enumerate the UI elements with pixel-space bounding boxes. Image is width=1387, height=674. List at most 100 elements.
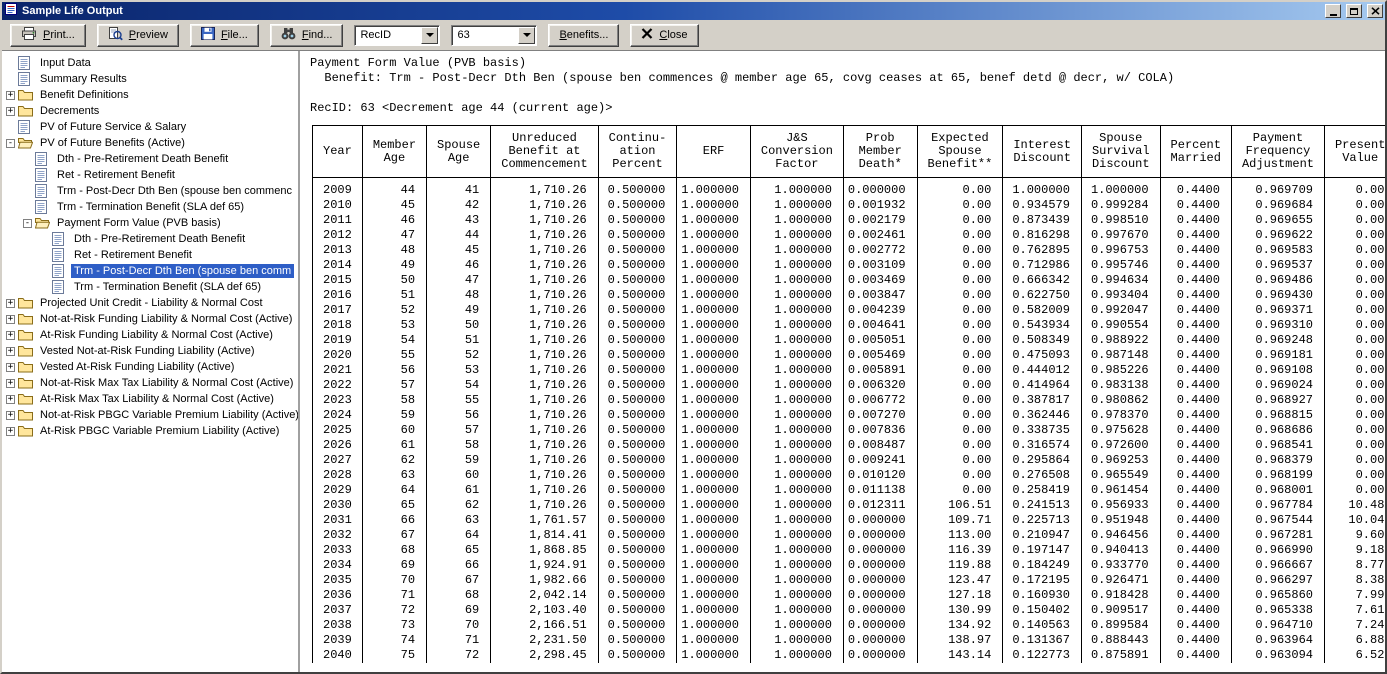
- page-icon: [52, 232, 68, 246]
- recid-field-combo[interactable]: RecID: [354, 25, 440, 46]
- table-row: 203267641,814.410.5000001.0000001.000000…: [313, 528, 1386, 543]
- collapse-icon[interactable]: -: [23, 219, 32, 228]
- value-cell: 0.4400: [1160, 393, 1231, 408]
- column-header: Spouse Age: [427, 126, 491, 178]
- tree-item[interactable]: +Not-at-Risk PBGC Variable Premium Liabi…: [2, 407, 298, 423]
- button-label: Benefits...: [559, 29, 608, 41]
- value-cell: 66: [427, 558, 491, 573]
- window-close-button[interactable]: [1367, 4, 1383, 18]
- year-cell: 2033: [313, 543, 363, 558]
- value-cell: 0.00: [917, 288, 1003, 303]
- value-cell: 0.008487: [843, 438, 917, 453]
- file-button[interactable]: File...: [190, 24, 259, 47]
- year-cell: 2020: [313, 348, 363, 363]
- recid-value-combo[interactable]: 63: [451, 25, 537, 46]
- tree-item[interactable]: +Not-at-Risk Funding Liability & Normal …: [2, 311, 298, 327]
- print-button[interactable]: Print...: [10, 24, 86, 47]
- value-cell: 0.003469: [843, 273, 917, 288]
- value-cell: 127.18: [917, 588, 1003, 603]
- expand-icon[interactable]: +: [6, 331, 15, 340]
- minimize-button[interactable]: [1325, 4, 1341, 18]
- tree-item[interactable]: +Not-at-Risk Max Tax Liability & Normal …: [2, 375, 298, 391]
- value-cell: 0.500000: [598, 648, 677, 663]
- tree-item[interactable]: +At-Risk PBGC Variable Premium Liability…: [2, 423, 298, 439]
- toolbar: Print... Preview File... Find... RecID 63 Bene…: [2, 20, 1385, 51]
- tree-item[interactable]: Dth - Pre-Retirement Death Benefit: [2, 151, 298, 167]
- expand-icon[interactable]: +: [6, 411, 15, 420]
- benefits-button[interactable]: Benefits...: [548, 24, 619, 47]
- value-cell: 0.002772: [843, 243, 917, 258]
- value-cell: 1,710.26: [491, 273, 598, 288]
- value-cell: 57: [427, 423, 491, 438]
- close-button[interactable]: Close: [630, 24, 698, 47]
- titlebar: Sample Life Output: [2, 2, 1385, 20]
- tree-item[interactable]: +Benefit Definitions: [2, 87, 298, 103]
- tree-item[interactable]: Trm - Post-Decr Dth Ben (spouse ben comm: [2, 263, 298, 279]
- expand-icon[interactable]: +: [6, 91, 15, 100]
- value-cell: 0.00: [917, 258, 1003, 273]
- value-cell: 45: [362, 198, 426, 213]
- folder-icon: [18, 313, 34, 325]
- value-cell: 1.000000: [677, 198, 751, 213]
- table-row: 203873702,166.510.5000001.0000001.000000…: [313, 618, 1386, 633]
- expand-icon[interactable]: +: [6, 347, 15, 356]
- value-cell: 0.00: [1324, 273, 1385, 288]
- tree-item-label: At-Risk Funding Liability & Normal Cost …: [37, 328, 276, 342]
- expand-icon[interactable]: +: [6, 299, 15, 308]
- tree-item[interactable]: + At-Risk Funding Liability & Normal Cost…: [2, 327, 298, 343]
- page-icon: [18, 72, 34, 86]
- tree-item[interactable]: PV of Future Service & Salary: [2, 119, 298, 135]
- value-cell: 0.990554: [1081, 318, 1160, 333]
- tree-item[interactable]: +At-Risk Max Tax Liability & Normal Cost…: [2, 391, 298, 407]
- expand-icon[interactable]: +: [6, 363, 15, 372]
- value-cell: 0.00: [1324, 468, 1385, 483]
- find-button[interactable]: Find...: [270, 24, 344, 47]
- tree-item[interactable]: Ret - Retirement Benefit: [2, 167, 298, 183]
- value-cell: 0.00: [1324, 213, 1385, 228]
- table-row: 202055521,710.260.5000001.0000001.000000…: [313, 348, 1386, 363]
- tree-item[interactable]: +Decrements: [2, 103, 298, 119]
- value-cell: 1.000000: [1003, 178, 1082, 199]
- value-cell: 67: [427, 573, 491, 588]
- maximize-button[interactable]: [1346, 4, 1362, 18]
- value-cell: 1.000000: [677, 178, 751, 199]
- tree-item[interactable]: Trm - Termination Benefit (SLA def 65): [2, 279, 298, 295]
- tree-item[interactable]: +Vested At-Risk Funding Liability (Activ…: [2, 359, 298, 375]
- dropdown-arrow-icon[interactable]: [421, 27, 438, 44]
- expand-icon[interactable]: +: [6, 315, 15, 324]
- window-title: Sample Life Output: [22, 5, 1320, 17]
- tree-item[interactable]: +Projected Unit Credit - Liability & Nor…: [2, 295, 298, 311]
- tree-item[interactable]: Trm - Termination Benefit (SLA def 65): [2, 199, 298, 215]
- tree-item[interactable]: Dth - Pre-Retirement Death Benefit: [2, 231, 298, 247]
- preview-button[interactable]: Preview: [97, 24, 179, 47]
- expand-icon[interactable]: +: [6, 379, 15, 388]
- column-header: Year: [313, 126, 363, 178]
- value-cell: 0.000000: [843, 513, 917, 528]
- tree-item[interactable]: Trm - Post-Decr Dth Ben (spouse ben comm…: [2, 183, 298, 199]
- year-cell: 2013: [313, 243, 363, 258]
- value-cell: 0.968199: [1231, 468, 1324, 483]
- year-cell: 2030: [313, 498, 363, 513]
- tree-item[interactable]: Input Data: [2, 55, 298, 71]
- dropdown-arrow-icon[interactable]: [518, 27, 535, 44]
- tree-item[interactable]: Ret - Retirement Benefit: [2, 247, 298, 263]
- tree-item[interactable]: Summary Results: [2, 71, 298, 87]
- table-row: 201651481,710.260.5000001.0000001.000000…: [313, 288, 1386, 303]
- tree-item[interactable]: + Vested Not-at-Risk Funding Liability (A…: [2, 343, 298, 359]
- tree-item[interactable]: -Payment Form Value (PVB basis): [2, 215, 298, 231]
- value-cell: 48: [427, 288, 491, 303]
- tree-item[interactable]: -PV of Future Benefits (Active): [2, 135, 298, 151]
- value-cell: 59: [362, 408, 426, 423]
- expand-icon[interactable]: +: [6, 107, 15, 116]
- value-cell: 0.005891: [843, 363, 917, 378]
- value-cell: 0.005051: [843, 333, 917, 348]
- value-cell: 1.000000: [677, 618, 751, 633]
- collapse-icon[interactable]: -: [6, 139, 15, 148]
- tree-item-label: Vested Not-at-Risk Funding Liability (Ac…: [37, 344, 258, 358]
- value-cell: 0.241513: [1003, 498, 1082, 513]
- year-cell: 2012: [313, 228, 363, 243]
- expand-icon[interactable]: +: [6, 395, 15, 404]
- value-cell: 62: [362, 453, 426, 468]
- expand-icon[interactable]: +: [6, 427, 15, 436]
- value-cell: 1.000000: [750, 528, 843, 543]
